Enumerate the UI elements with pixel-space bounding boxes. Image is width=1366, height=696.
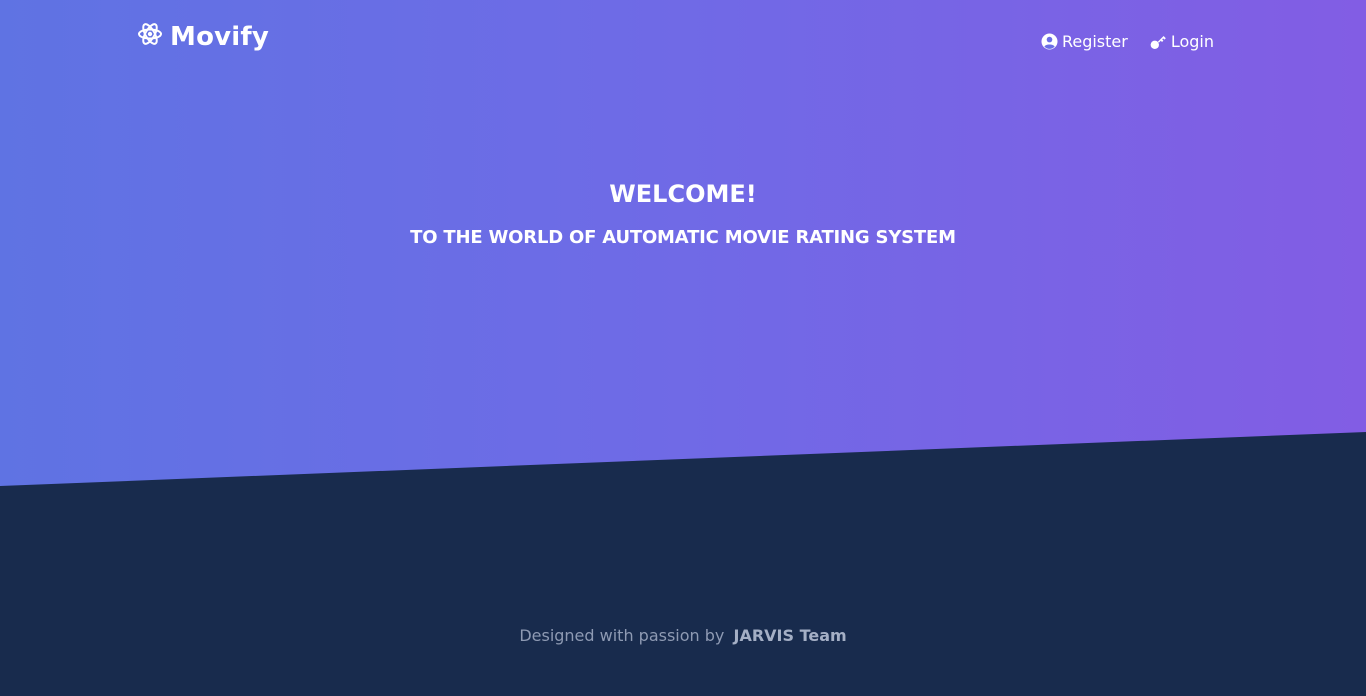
register-link[interactable]: Register <box>1041 32 1128 51</box>
navbar: Movify Register Login <box>0 0 1366 86</box>
user-circle-icon <box>1041 33 1058 50</box>
welcome-subtitle: TO THE WORLD OF AUTOMATIC MOVIE RATING S… <box>410 227 956 248</box>
login-label: Login <box>1170 32 1214 51</box>
brand-name: Movify <box>170 22 270 52</box>
brand-link[interactable]: Movify <box>136 22 269 52</box>
footer-team: JARVIS Team <box>733 626 847 645</box>
register-label: Register <box>1061 32 1128 51</box>
footer-text: Designed with passion by <box>519 626 725 645</box>
welcome-heading: WELCOME! <box>609 180 757 208</box>
nav-links: Register Login <box>1019 32 1214 51</box>
page: Movify Register Login WELCOME! TO THE WO… <box>0 0 1366 696</box>
atom-icon <box>136 20 164 48</box>
key-icon <box>1150 33 1167 50</box>
footer: Designed with passion by JARVIS Team <box>0 626 1366 645</box>
login-link[interactable]: Login <box>1150 32 1214 51</box>
